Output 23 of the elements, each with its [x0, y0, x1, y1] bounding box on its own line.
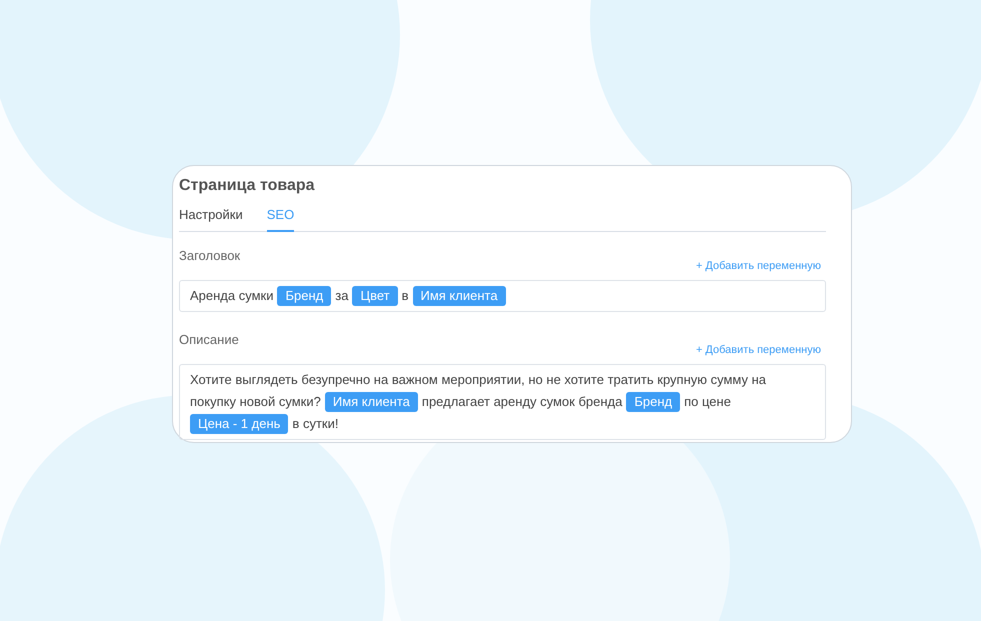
variable-tag[interactable]: Имя клиента	[412, 286, 506, 306]
tab[interactable]: SEO	[266, 207, 294, 232]
add-variable-link[interactable]: + Добавить переменную	[696, 260, 826, 272]
input-field[interactable]: Хотите выглядеть безупречно на важном мероприятии, но не хотите тратить крупную сумму на покупку новой сумки? Имя клиента предлагает аренду сумок бренда Бренд по цене Цена - 1 день в сутки!	[179, 364, 826, 440]
field-text: предлагает аренду сумок бренда	[422, 393, 622, 411]
variable-tag[interactable]: Бренд	[626, 392, 680, 412]
variable-tag[interactable]: Имя клиента	[324, 392, 418, 412]
add-variable-link[interactable]: + Добавить переменную	[696, 344, 826, 356]
field-label: Заголовок	[179, 248, 240, 263]
variable-tag[interactable]: Цена - 1 день	[190, 414, 288, 434]
field-text: за	[335, 287, 348, 305]
field-text: в	[402, 287, 408, 305]
field-label: Описание	[179, 332, 239, 347]
field-text: в сутки!	[292, 415, 338, 433]
field-text: по цене	[684, 393, 731, 411]
field-text: Хотите выглядеть безупречно на важном мероприятии, но не хотите тратить крупную сумму на	[190, 371, 766, 389]
field-text: покупку новой сумки?	[190, 393, 321, 411]
field-text: Аренда сумки	[190, 287, 274, 305]
card-title: Страница товара	[179, 177, 316, 195]
tab[interactable]: Настройки	[179, 207, 243, 232]
input-field[interactable]: Аренда сумки Бренд за Цвет в Имя клиента	[179, 280, 826, 312]
variable-tag[interactable]: Бренд	[277, 286, 332, 306]
variable-tag[interactable]: Цвет	[352, 286, 398, 306]
